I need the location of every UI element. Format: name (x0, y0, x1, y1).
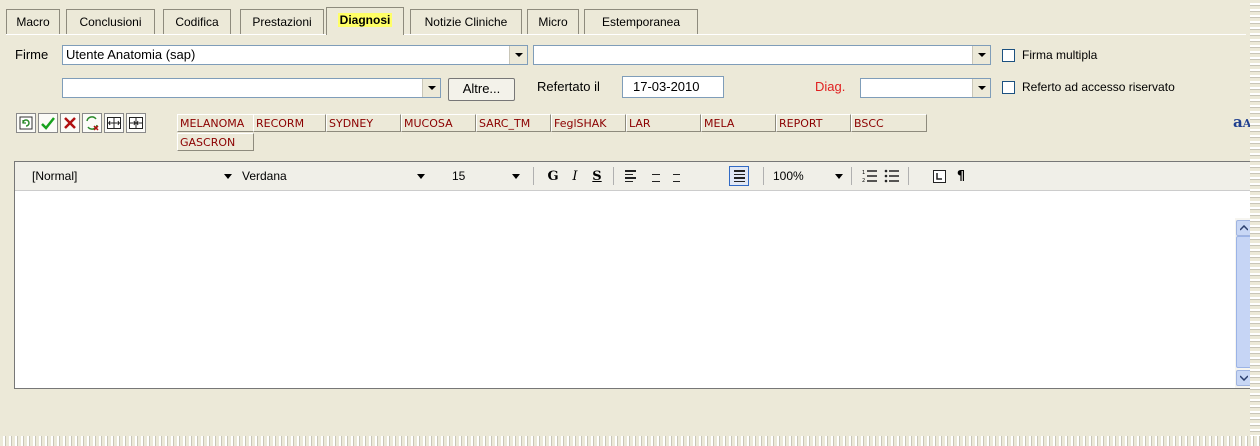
firme-select-value: Utente Anatomia (sap) (66, 47, 196, 62)
diagnosi-editor: [Normal] Verdana 15 G I S 100% 1 2 ¶ (14, 161, 1254, 389)
macro-button-report[interactable]: REPORT (776, 114, 851, 132)
tab-conclusioni[interactable]: Conclusioni (66, 9, 155, 34)
page-icon[interactable] (929, 166, 949, 186)
chevron-down-icon[interactable] (417, 174, 425, 179)
macro-button-mucosa[interactable]: MUCOSA (401, 114, 476, 132)
tab-prestazioni[interactable]: Prestazioni (240, 9, 324, 34)
riservato-checkbox[interactable] (1002, 81, 1015, 94)
paragraph-style-select[interactable]: [Normal] (32, 167, 232, 185)
collapse-icon[interactable] (126, 113, 146, 133)
tab-micro[interactable]: Micro (527, 9, 579, 34)
toolbar-separator (533, 167, 534, 185)
toolbar-separator (908, 167, 909, 185)
paragraph-style-value: [Normal] (32, 169, 78, 183)
firme-select[interactable]: Utente Anatomia (sap) (62, 45, 528, 65)
tab-codifica[interactable]: Codifica (163, 9, 231, 34)
chevron-down-icon[interactable] (224, 174, 232, 179)
tab-notizie-cliniche[interactable]: Notizie Cliniche (410, 9, 522, 34)
editor-toolbar: [Normal] Verdana 15 G I S 100% 1 2 ¶ (15, 162, 1253, 191)
refresh-icon[interactable] (16, 113, 36, 133)
chevron-down-icon[interactable] (972, 79, 990, 97)
align-center-icon[interactable] (666, 166, 686, 186)
italic-button[interactable]: I (565, 166, 585, 186)
chevron-down-icon[interactable] (972, 46, 990, 64)
numbered-list-icon[interactable]: 12 (860, 166, 880, 186)
torn-edge-right (1250, 0, 1260, 446)
tab-macro[interactable]: Macro (6, 9, 60, 34)
macro-button-sarc-tm[interactable]: SARC_TM (476, 114, 551, 132)
macro-button-recorm[interactable]: RECORM (253, 114, 326, 132)
convert-icon[interactable] (82, 113, 102, 133)
chevron-down-icon[interactable] (512, 174, 520, 179)
diag-label: Diag. (815, 79, 846, 94)
tab-diagnosi-label: Diagnosi (337, 13, 393, 27)
firme-label: Firme (15, 47, 49, 62)
tab-underline (6, 34, 1246, 35)
pilcrow-icon[interactable]: ¶ (951, 166, 971, 186)
refertato-date-field[interactable]: 17-03-2010 (622, 76, 724, 98)
expand-icon[interactable] (104, 113, 124, 133)
font-size-value: 15 (452, 169, 466, 183)
toolbar-separator (613, 167, 614, 185)
font-select[interactable]: Verdana (242, 167, 425, 185)
firma-multipla-checkbox[interactable] (1002, 49, 1015, 62)
font-select-value: Verdana (242, 169, 287, 183)
diag-select[interactable] (860, 78, 991, 98)
bold-button[interactable]: G (543, 166, 563, 186)
zoom-value: 100% (773, 169, 804, 183)
second-firma-select[interactable] (533, 45, 991, 65)
firma-multipla-label: Firma multipla (1022, 48, 1098, 62)
chevron-down-icon[interactable] (422, 79, 440, 97)
check-icon[interactable] (38, 113, 58, 133)
toolbar-separator (851, 167, 852, 185)
chevron-down-icon[interactable] (509, 46, 527, 64)
bullet-list-icon[interactable] (882, 166, 902, 186)
strike-button[interactable]: S (587, 166, 607, 186)
font-size-select[interactable]: 15 (452, 167, 520, 185)
align-right-icon[interactable] (644, 166, 664, 186)
macro-button-sydney[interactable]: SYDNEY (326, 114, 401, 132)
toolbar-separator (763, 167, 764, 185)
font-size-icon[interactable]: aA (1233, 113, 1251, 131)
macro-button-gascron[interactable]: GASCRON (177, 133, 254, 151)
macro-button-bscc[interactable]: BSCC (851, 114, 927, 132)
chevron-down-icon[interactable] (835, 174, 843, 179)
align-left-icon[interactable] (620, 166, 640, 186)
macro-button-melanoma[interactable]: MELANOMA (177, 114, 254, 132)
torn-edge-bottom (0, 436, 1260, 446)
macro-button-feglshak[interactable]: FeglSHAK (551, 114, 626, 132)
zoom-select[interactable]: 100% (773, 167, 843, 185)
delete-icon[interactable] (60, 113, 80, 133)
macro-button-lar[interactable]: LAR (626, 114, 701, 132)
macro-button-mela[interactable]: MELA (701, 114, 776, 132)
svg-text:1: 1 (862, 170, 865, 176)
diagnosi-panel: Macro Conclusioni Codifica Prestazioni D… (0, 0, 1254, 440)
tab-diagnosi[interactable]: Diagnosi (326, 7, 404, 35)
riservato-label: Referto ad accesso riservato (1022, 80, 1175, 94)
refertato-label: Refertato il (537, 79, 600, 94)
align-justify-icon[interactable] (729, 166, 749, 186)
firme-secondary-select[interactable] (62, 78, 441, 98)
svg-text:2: 2 (862, 178, 865, 183)
altre-button[interactable]: Altre... (448, 78, 515, 101)
tab-estemporanea[interactable]: Estemporanea (584, 9, 698, 34)
